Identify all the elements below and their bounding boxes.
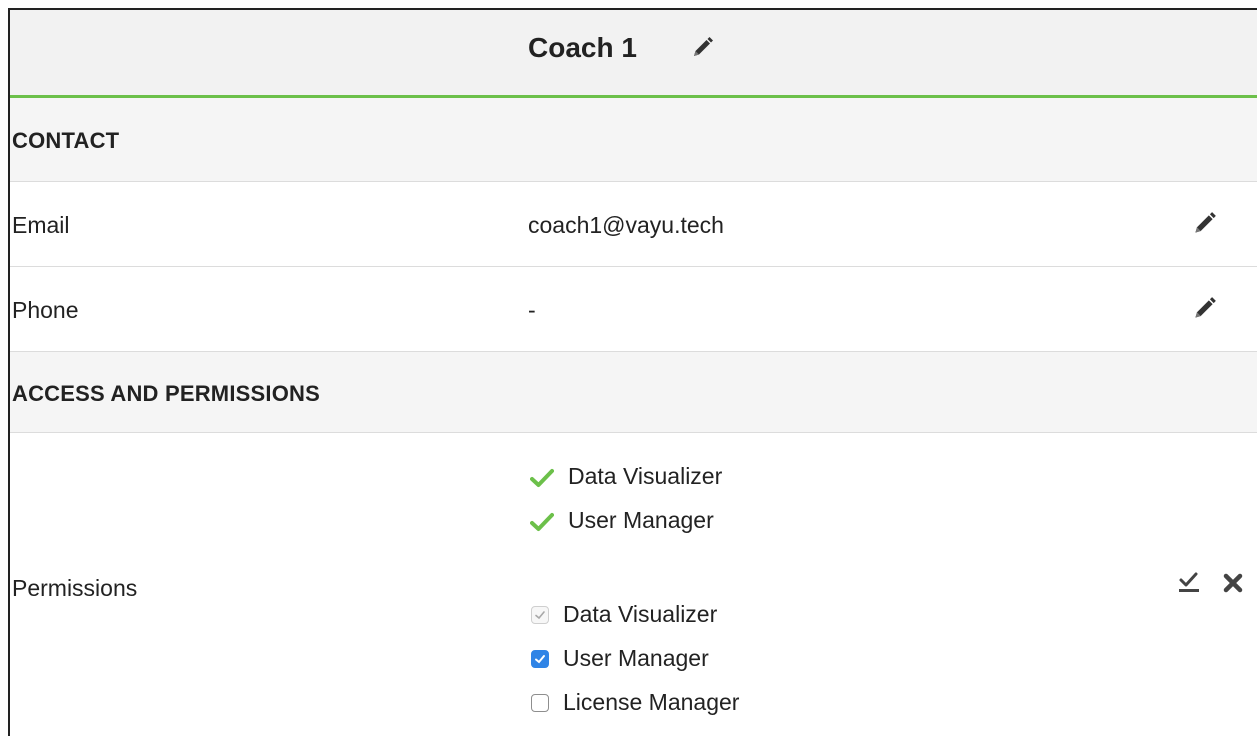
contact-section-label: CONTACT (12, 128, 120, 153)
permissions-label: Permissions (12, 575, 138, 601)
save-permissions-check-underline-icon[interactable] (1176, 570, 1202, 596)
permission-option-user-manager: User Manager (530, 645, 709, 672)
user-title: Coach 1 (528, 32, 637, 63)
edit-email-pencil-icon[interactable] (1190, 210, 1218, 238)
permission-option-data-visualizer: Data Visualizer (530, 601, 717, 628)
title-group: Coach 1 (528, 32, 715, 64)
permission-option-license-manager: License Manager (530, 689, 739, 716)
contact-section-header: CONTACT (10, 98, 1257, 182)
access-section-label: ACCESS AND PERMISSIONS (12, 381, 320, 406)
cancel-permissions-x-icon[interactable] (1220, 570, 1246, 596)
green-check-icon (530, 511, 554, 531)
panel-header: Coach 1 (10, 10, 1257, 98)
permissions-row: Permissions Data Visualizer User Manager (10, 433, 1257, 738)
email-label: Email (12, 212, 70, 238)
email-row: Email coach1@vayu.tech (10, 182, 1257, 267)
current-permission-item: Data Visualizer (530, 463, 722, 490)
edit-phone-pencil-icon[interactable] (1190, 295, 1218, 323)
email-value: coach1@vayu.tech (528, 212, 724, 238)
license-manager-option-label[interactable]: License Manager (563, 689, 739, 716)
current-permission-item: User Manager (530, 507, 714, 534)
phone-label: Phone (12, 297, 79, 323)
phone-row: Phone - (10, 267, 1257, 352)
access-section-header: ACCESS AND PERMISSIONS (10, 352, 1257, 433)
edit-title-pencil-icon[interactable] (689, 35, 715, 61)
license-manager-checkbox[interactable] (531, 693, 549, 712)
current-permission-label: User Manager (568, 507, 714, 533)
phone-value: - (528, 297, 536, 323)
data-visualizer-option-label: Data Visualizer (563, 601, 718, 627)
data-visualizer-checkbox (531, 605, 549, 624)
current-permission-label: Data Visualizer (568, 463, 723, 489)
user-detail-panel: Coach 1 CONTACT Email coach1@vayu.tech P… (8, 8, 1257, 736)
user-manager-option-label[interactable]: User Manager (563, 645, 709, 672)
user-manager-checkbox[interactable] (531, 649, 549, 668)
green-check-icon (530, 467, 554, 487)
